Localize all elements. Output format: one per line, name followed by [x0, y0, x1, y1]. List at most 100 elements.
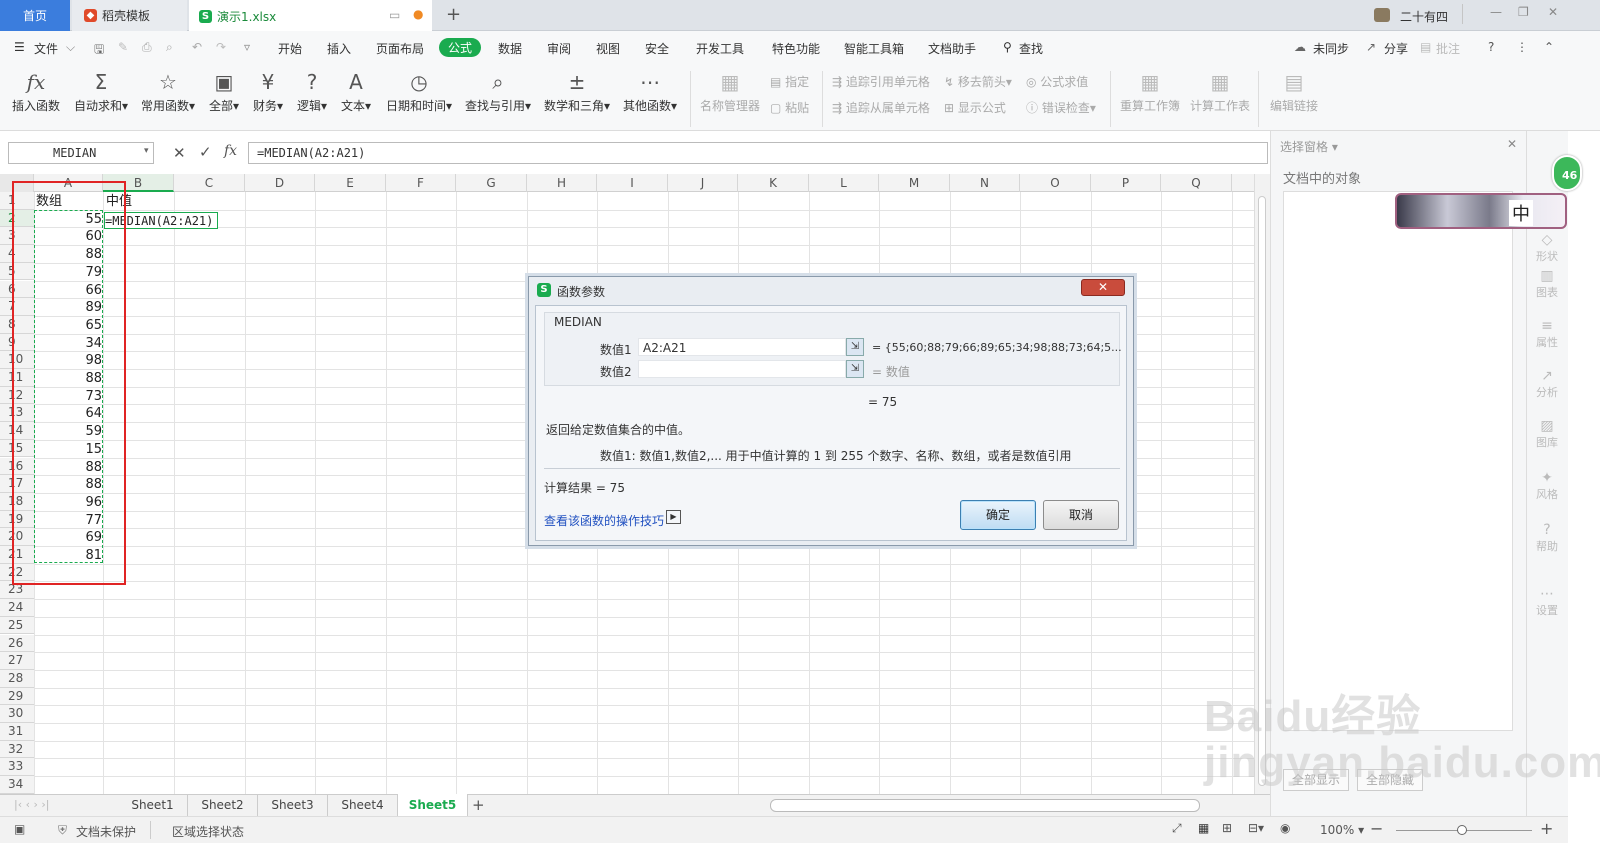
column-header-h[interactable]: H — [527, 174, 597, 192]
protection-status[interactable]: 文档未保护 — [76, 823, 136, 840]
column-header-c[interactable]: C — [174, 174, 245, 192]
arg1-input[interactable]: A2:A21 — [638, 338, 846, 356]
zoom-slider-thumb[interactable] — [1457, 825, 1467, 835]
row-header[interactable]: 34 — [0, 776, 34, 794]
ok-button[interactable]: 确定 — [960, 500, 1036, 530]
edit-links-button[interactable]: ▤ 编辑链接 — [1266, 69, 1322, 114]
sheet-tab-5[interactable]: Sheet5 — [398, 794, 468, 816]
video-tips-icon[interactable]: ▶ — [666, 510, 681, 524]
name-box-dropdown-icon[interactable]: ▾ — [144, 146, 149, 156]
sidebar-gallery[interactable]: ▨ 图库 — [1531, 418, 1563, 450]
sidebar-charts[interactable]: ▥ 图表 — [1531, 268, 1563, 300]
row-header[interactable]: 24 — [0, 599, 34, 617]
sync-status[interactable]: 未同步 — [1313, 40, 1349, 57]
calc-sheet-button[interactable]: ▦ 计算工作表 — [1188, 69, 1252, 114]
horizontal-scrollbar[interactable] — [770, 799, 1200, 812]
minimize-icon[interactable]: — — [1490, 5, 1502, 19]
fullscreen-icon[interactable]: ⤢ — [1172, 821, 1182, 836]
redo-icon[interactable]: ↷ — [216, 40, 226, 54]
menu-formula[interactable]: 公式 — [439, 38, 482, 57]
show-formulas-button[interactable]: ⊞ 显示公式 — [944, 99, 1006, 116]
column-header-f[interactable]: F — [386, 174, 456, 192]
error-check-button[interactable]: ⓘ 错误检查▾ — [1026, 99, 1096, 116]
page-break-icon[interactable]: ⊟▾ — [1248, 821, 1264, 835]
object-list[interactable] — [1283, 191, 1513, 731]
format-painter-icon[interactable]: ✎ — [118, 40, 128, 54]
column-header-p[interactable]: P — [1091, 174, 1161, 192]
save-icon[interactable]: 🖫 — [94, 40, 104, 61]
finance-button[interactable]: ¥ 财务▾ — [250, 69, 286, 114]
name-box[interactable]: MEDIAN — [8, 142, 154, 164]
collapse-ribbon-icon[interactable]: ⌃ — [1544, 40, 1554, 54]
trace-dependents-button[interactable]: ⇶ 追踪从属单元格 — [832, 99, 930, 116]
formula-input[interactable]: =MEDIAN(A2:A21) — [248, 142, 1268, 164]
logic-button[interactable]: ? 逻辑▾ — [294, 69, 330, 114]
sheet-nav-arrows[interactable]: |‹ ‹ › ›| — [14, 798, 50, 811]
hamburger-icon[interactable]: ☰ — [14, 40, 25, 54]
sidebar-style[interactable]: ✦ 风格 — [1531, 470, 1563, 502]
search-icon[interactable]: ⚲ — [1003, 40, 1012, 54]
sheet-status-icon[interactable]: ▣ — [14, 822, 25, 836]
sidebar-properties[interactable]: ≡ 属性 — [1531, 318, 1563, 350]
menu-review[interactable]: 审阅 — [547, 40, 571, 57]
define-button[interactable]: ▤ 指定 — [770, 73, 809, 90]
dialog-close-button[interactable]: ✕ — [1081, 279, 1125, 296]
trace-precedents-button[interactable]: ⇶ 追踪引用单元格 — [832, 73, 930, 90]
menu-page-layout[interactable]: 页面布局 — [376, 40, 424, 57]
menu-search[interactable]: 查找 — [1019, 40, 1043, 57]
help-icon[interactable]: ? — [1488, 40, 1494, 54]
menu-view[interactable]: 视图 — [596, 40, 620, 57]
sheet-tab-3[interactable]: Sheet3 — [258, 794, 328, 816]
other-functions-button[interactable]: ⋯ 其他函数▾ — [620, 69, 680, 114]
share-button[interactable]: 分享 — [1384, 40, 1408, 57]
row-header[interactable]: 28 — [0, 669, 34, 688]
column-header-j[interactable]: J — [668, 174, 738, 192]
column-header-o[interactable]: O — [1020, 174, 1091, 192]
cancel-button[interactable]: 取消 — [1043, 500, 1119, 530]
all-functions-button[interactable]: ▣ 全部▾ — [206, 69, 242, 114]
quick-access-dropdown-icon[interactable]: ▿ — [244, 40, 250, 54]
row-header[interactable]: 25 — [0, 616, 34, 635]
menu-security[interactable]: 安全 — [645, 40, 669, 57]
column-header-n[interactable]: N — [950, 174, 1020, 192]
menu-data[interactable]: 数据 — [498, 40, 522, 57]
column-header-k[interactable]: K — [738, 174, 809, 192]
lookup-button[interactable]: ⌕ 查找与引用▾ — [462, 69, 534, 114]
arg2-input[interactable] — [638, 360, 846, 378]
more-icon[interactable]: ⋮ — [1516, 40, 1528, 54]
insert-function-button[interactable]: fx 插入函数 — [10, 69, 62, 114]
zoom-level[interactable]: 100% ▾ — [1320, 823, 1364, 837]
row-header[interactable]: 29 — [0, 687, 34, 706]
autosum-button[interactable]: Σ 自动求和▾ — [72, 69, 130, 114]
print-icon[interactable]: ⎙ — [142, 40, 152, 55]
insert-function-fx-icon[interactable]: fx — [224, 143, 237, 159]
row-header[interactable]: 31 — [0, 723, 34, 741]
normal-view-icon[interactable]: ▦ — [1198, 821, 1209, 835]
sidebar-shapes[interactable]: ◇ 形状 — [1531, 232, 1563, 264]
user-avatar[interactable] — [1374, 8, 1390, 22]
floating-avatar-widget[interactable]: 中 — [1395, 193, 1567, 229]
math-button[interactable]: ± 数学和三角▾ — [542, 69, 612, 114]
user-name[interactable]: 二十有四 — [1400, 8, 1448, 25]
sheet-tab-2[interactable]: Sheet2 — [188, 794, 258, 816]
column-header-g[interactable]: G — [456, 174, 527, 192]
comment-button[interactable]: 批注 — [1436, 40, 1460, 57]
arg2-range-picker-icon[interactable]: ⇲ — [846, 360, 864, 378]
sidebar-settings[interactable]: ⋯ 设置 — [1531, 586, 1563, 618]
common-functions-button[interactable]: ☆ 常用函数▾ — [138, 69, 198, 114]
sheet-tab-4[interactable]: Sheet4 — [328, 794, 398, 816]
cancel-formula-icon[interactable]: ✕ — [173, 144, 186, 162]
text-button[interactable]: A 文本▾ — [338, 69, 374, 114]
menu-start[interactable]: 开始 — [278, 40, 302, 57]
column-header-l[interactable]: L — [809, 174, 879, 192]
ime-indicator[interactable]: 中 — [1509, 200, 1533, 226]
sidebar-help[interactable]: ? 帮助 — [1531, 522, 1563, 554]
column-header-d[interactable]: D — [245, 174, 315, 192]
menu-insert[interactable]: 插入 — [327, 40, 351, 57]
row-header[interactable]: 33 — [0, 758, 34, 777]
zoom-out-button[interactable]: − — [1370, 819, 1383, 838]
column-header-m[interactable]: M — [879, 174, 950, 192]
preview-icon[interactable]: ⌕ — [166, 40, 173, 55]
sheet-tab-1[interactable]: Sheet1 — [118, 794, 188, 816]
selection-pane-title[interactable]: 选择窗格 ▾ — [1280, 138, 1338, 155]
